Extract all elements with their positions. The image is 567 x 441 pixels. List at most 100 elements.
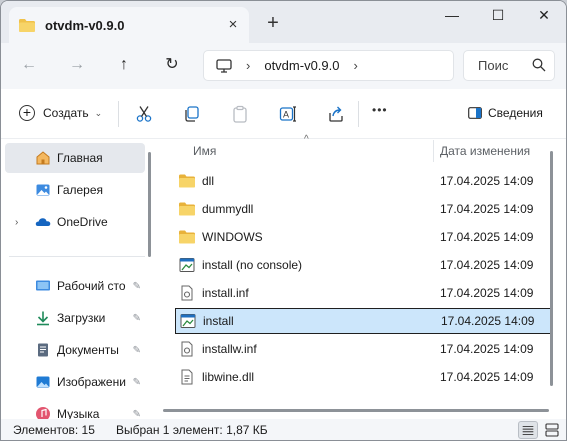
copy-icon[interactable]: [183, 105, 201, 123]
command-bar: + Создать ⌄ A ••• Сведения: [1, 89, 566, 139]
minimize-button[interactable]: —: [432, 7, 472, 27]
close-window-button[interactable]: ✕: [524, 7, 564, 27]
details-pane-icon: [468, 107, 482, 119]
file-row-install-inf[interactable]: install.inf 17.04.2025 14:09: [175, 280, 551, 306]
documents-icon: [38, 343, 48, 357]
toolbar-divider: [118, 101, 119, 127]
sidebar-item-documents[interactable]: Документы ✎: [5, 335, 145, 365]
file-date: 17.04.2025 14:09: [441, 314, 535, 328]
expand-chevron-icon[interactable]: ›: [15, 217, 18, 228]
toolbar-divider: [358, 101, 359, 127]
chevron-down-icon: ⌄: [94, 107, 103, 118]
details-view-icon[interactable]: [518, 421, 538, 439]
create-label: Создать: [43, 106, 89, 120]
file-date: 17.04.2025 14:09: [440, 286, 534, 300]
new-tab-button[interactable]: +: [263, 13, 283, 34]
sidebar-item-downloads[interactable]: Загрузки ✎: [5, 303, 145, 333]
file-date: 17.04.2025 14:09: [440, 370, 534, 384]
computer-icon: [216, 58, 232, 73]
file-name: installw.inf: [202, 342, 257, 356]
file-row-install-no-console[interactable]: install (no console) 17.04.2025 14:09: [175, 252, 551, 278]
more-options-button[interactable]: •••: [372, 103, 388, 121]
settings-file-icon: [181, 285, 193, 301]
tab-otvdm[interactable]: otvdm-v0.9.0 ×: [9, 7, 249, 43]
file-date: 17.04.2025 14:09: [440, 342, 534, 356]
pin-icon: ✎: [132, 376, 141, 388]
navigation-pane: Главная Галерея › OneDrive Рабочий сто ✎…: [1, 140, 153, 421]
details-pane-button[interactable]: Сведения: [468, 106, 543, 120]
file-list-horizontal-scrollbar[interactable]: [163, 409, 549, 412]
search-input[interactable]: Поис: [463, 50, 555, 81]
file-name: install: [203, 314, 234, 328]
sidebar-item-label: OneDrive: [57, 215, 108, 229]
file-row-installw-inf[interactable]: installw.inf 17.04.2025 14:09: [175, 336, 551, 362]
tab-bar: otvdm-v0.9.0 × + — ☐ ✕: [1, 1, 566, 43]
pin-icon: ✎: [132, 280, 141, 292]
downloads-icon: [37, 311, 49, 326]
sort-arrow-icon: ^: [304, 134, 309, 145]
breadcrumb-current[interactable]: otvdm-v0.9.0: [264, 58, 339, 73]
plus-icon: +: [19, 105, 35, 121]
search-icon: [532, 58, 546, 72]
cut-icon[interactable]: [135, 105, 153, 123]
refresh-button[interactable]: ↻: [160, 55, 184, 77]
app-icon: [180, 314, 196, 328]
rename-icon[interactable]: A: [279, 105, 297, 123]
sidebar-item-gallery[interactable]: Галерея: [5, 175, 145, 205]
breadcrumb-separator[interactable]: ›: [246, 58, 250, 73]
settings-file-icon: [181, 341, 193, 357]
details-label: Сведения: [488, 106, 543, 120]
maximize-button[interactable]: ☐: [478, 7, 518, 27]
sidebar-item-desktop[interactable]: Рабочий сто ✎: [5, 271, 145, 301]
back-button[interactable]: ←: [17, 55, 41, 77]
address-bar[interactable]: › otvdm-v0.9.0 ›: [203, 50, 454, 81]
sidebar-item-home[interactable]: Главная: [5, 143, 145, 173]
tab-close-icon[interactable]: ×: [225, 17, 241, 33]
pin-icon: ✎: [132, 408, 141, 420]
search-placeholder: Поис: [478, 58, 509, 73]
folder-icon: [179, 202, 195, 216]
forward-button[interactable]: →: [65, 55, 89, 77]
column-header-name[interactable]: Имя: [193, 140, 216, 162]
file-name: install.inf: [202, 286, 249, 300]
file-name: dll: [202, 174, 215, 188]
desktop-icon: [36, 280, 50, 291]
app-icon: [179, 258, 195, 272]
file-date: 17.04.2025 14:09: [440, 174, 534, 188]
file-row-dummydll[interactable]: dummydll 17.04.2025 14:09: [175, 196, 551, 222]
breadcrumb-chevron[interactable]: ›: [354, 58, 358, 73]
sidebar-item-pictures[interactable]: Изображени ✎: [5, 367, 145, 397]
sidebar-item-label: Главная: [57, 151, 103, 165]
sidebar-item-onedrive[interactable]: › OneDrive: [5, 207, 145, 237]
paste-icon[interactable]: [231, 105, 249, 123]
sidebar-item-label: Загрузки: [57, 311, 106, 325]
file-date: 17.04.2025 14:09: [440, 230, 534, 244]
nav-divider: [9, 256, 145, 257]
create-button[interactable]: + Создать ⌄: [19, 105, 102, 121]
file-name: install (no console): [202, 258, 303, 272]
file-row-dll[interactable]: dll 17.04.2025 14:09: [175, 168, 551, 194]
selection-info: Выбран 1 элемент: 1,87 КБ: [116, 423, 268, 437]
pin-icon: ✎: [132, 312, 141, 324]
explorer-window: otvdm-v0.9.0 × + — ☐ ✕ ← → ↑ ↻ › otvdm-v…: [0, 0, 567, 441]
file-row-install[interactable]: install 17.04.2025 14:09: [175, 308, 551, 334]
file-date: 17.04.2025 14:09: [440, 202, 534, 216]
column-header-date[interactable]: Дата изменения: [440, 140, 530, 162]
pictures-icon: [36, 376, 50, 388]
file-row-windows[interactable]: WINDOWS 17.04.2025 14:09: [175, 224, 551, 250]
nav-scrollbar[interactable]: [148, 152, 151, 257]
tiles-view-icon[interactable]: [542, 421, 562, 439]
file-name: dummydll: [202, 202, 254, 216]
sidebar-item-label: Рабочий сто: [57, 279, 126, 293]
up-button[interactable]: ↑: [112, 55, 136, 77]
file-list-vertical-scrollbar[interactable]: [550, 151, 553, 386]
gallery-icon: [36, 184, 50, 196]
dll-file-icon: [181, 369, 193, 385]
share-icon[interactable]: [327, 105, 345, 123]
sidebar-item-label: Изображени: [57, 375, 126, 389]
column-divider[interactable]: [433, 140, 434, 162]
status-bar: Элементов: 15 Выбран 1 элемент: 1,87 КБ: [1, 419, 566, 440]
item-count: Элементов: 15: [13, 423, 95, 437]
file-row-libwine-dll[interactable]: libwine.dll 17.04.2025 14:09: [175, 364, 551, 390]
sidebar-item-label: Документы: [57, 343, 119, 357]
